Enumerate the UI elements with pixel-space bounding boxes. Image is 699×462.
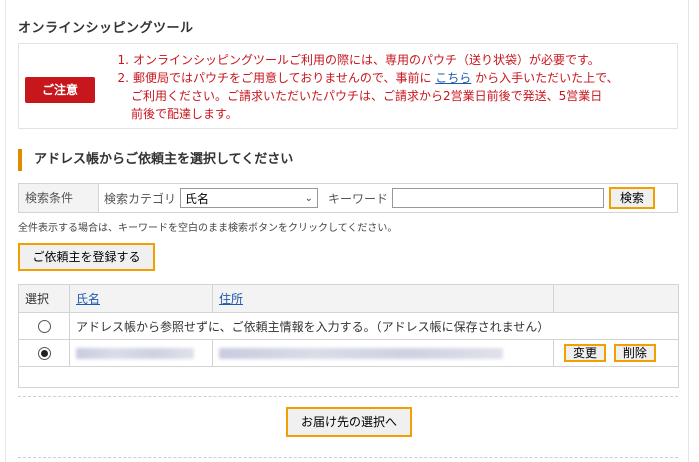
redacted-name [76, 348, 194, 359]
row2-actions-cell: 変更 削除 [553, 339, 679, 367]
edit-button[interactable]: 変更 [564, 344, 607, 362]
chevron-down-icon: ⌄ [304, 192, 314, 204]
search-category-value: 氏名 [185, 191, 210, 206]
divider-bottom [18, 457, 678, 458]
page-title: オンラインシッピングツール [18, 21, 194, 36]
header-address: 住所 [212, 284, 554, 313]
radio-address-entry[interactable] [37, 347, 51, 360]
divider [18, 396, 678, 397]
register-sender-button[interactable]: ご依頼主を登録する [18, 243, 155, 271]
header-actions [553, 284, 679, 313]
keyword-input[interactable] [392, 188, 605, 208]
keyword-label: キーワード [328, 191, 389, 206]
sort-by-name-link[interactable]: 氏名 [76, 292, 100, 306]
notice-text: 1. オンラインシッピングツールご利用の際には、専用のパウチ（送り状袋）が必要です… [107, 51, 619, 123]
notice-item-2: 2. 郵便局ではパウチをご用意しておりませんので、事前に こちら から入手いただい… [117, 71, 619, 85]
row2-address-cell [212, 339, 554, 367]
next-to-recipient-button[interactable]: お届け先の選択へ [286, 407, 412, 437]
notice-item-2-line2: ご利用ください。ご請求いただいたパウチは、ご請求から2営業日前後で発送、5営業日 [131, 89, 603, 103]
notice-item-1: 1. オンラインシッピングツールご利用の際には、専用のパウチ（送り状袋）が必要です… [117, 53, 600, 67]
row1-text: アドレス帳から参照せずに、ご依頼主情報を入力する。（アドレス帳に保存されません） [69, 312, 679, 340]
notice-item-2-line3: 前後で配達します。 [131, 107, 238, 121]
header-select: 選択 [18, 284, 70, 313]
search-category-select[interactable]: 氏名 ⌄ [180, 188, 319, 208]
address-book-table: 選択 氏名 住所 アドレス帳から参照せずに、ご依頼主情報を入力する。（アドレス帳… [18, 284, 679, 388]
row2-name-cell [69, 339, 213, 367]
row2-select-cell [18, 339, 70, 367]
header-name: 氏名 [69, 284, 213, 313]
search-hint: 全件表示する場合は、キーワードを空白のまま検索ボタンをクリックしてください。 [18, 223, 398, 234]
sort-by-address-link[interactable]: 住所 [219, 292, 243, 306]
table-row: 変更 削除 [18, 339, 679, 367]
table-row-empty [18, 366, 679, 388]
table-header-row: 選択 氏名 住所 [18, 284, 679, 313]
search-category-label: 検索カテゴリ [104, 191, 177, 206]
notice-box: ご注意 1. オンラインシッピングツールご利用の際には、専用のパウチ（送り状袋）が… [18, 43, 678, 129]
radio-no-address-book[interactable] [37, 320, 51, 333]
empty-row [18, 366, 679, 388]
pouch-request-link[interactable]: こちら [435, 71, 471, 85]
delete-button[interactable]: 削除 [613, 344, 656, 362]
redacted-address [219, 348, 503, 359]
search-button[interactable]: 検索 [609, 187, 656, 209]
table-row: アドレス帳から参照せずに、ご依頼主情報を入力する。（アドレス帳に保存されません） [18, 312, 679, 340]
search-condition-label: 検索条件 [19, 184, 99, 212]
notice-badge: ご注意 [25, 77, 95, 103]
row1-select-cell [18, 312, 70, 340]
search-bar: 検索条件 検索カテゴリ 氏名 ⌄ キーワード 検索 [18, 183, 678, 213]
section-title: アドレス帳からご依頼主を選択してください [18, 149, 293, 171]
